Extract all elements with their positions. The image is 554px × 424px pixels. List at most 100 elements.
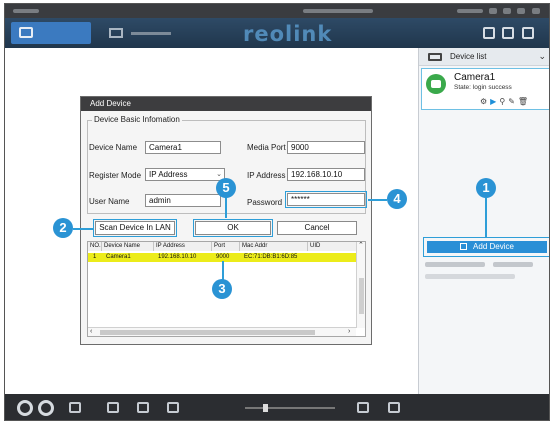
client-window: reolink Device list ⌄ Camera1 State: log… — [4, 3, 550, 421]
camera-status-icon — [426, 74, 446, 94]
table-cell: 192.168.10.10 — [158, 254, 197, 260]
column-header: Device Name — [102, 242, 154, 251]
play-icon[interactable]: ▶ — [490, 97, 499, 106]
chevron-down-icon[interactable]: ⌄ — [538, 51, 546, 62]
table-cell: Camera1 — [106, 254, 131, 260]
add-grid-icon — [460, 243, 468, 250]
live-view-icon — [19, 27, 33, 38]
camera-list-item[interactable]: Camera1 State: login success ⚙▶⚲✎🗑 — [421, 68, 549, 110]
callout-2: 2 — [53, 218, 73, 238]
fullscreen-icon[interactable] — [357, 402, 369, 413]
add-device-dialog: Add Device Device Basic Infomation Devic… — [80, 96, 372, 345]
device-name-field[interactable]: Camera1 — [145, 141, 221, 154]
callout-4: 4 — [387, 189, 407, 209]
callout-1-line — [485, 198, 487, 238]
callout-5-line — [225, 197, 227, 218]
blurred-item — [425, 262, 485, 267]
basic-info-legend: Device Basic Infomation — [92, 115, 182, 124]
scroll-right-icon[interactable]: › — [348, 328, 350, 335]
device-list-header[interactable]: Device list ⌄ — [419, 48, 549, 66]
vertical-scroll-thumb[interactable] — [359, 278, 364, 314]
table-cell — [310, 253, 356, 262]
media-port-label: Media Port — [247, 143, 286, 152]
edit-icon[interactable]: ✎ — [508, 97, 518, 106]
top-toolbar: reolink — [5, 18, 549, 48]
camera-actions: ⚙▶⚲✎🗑 — [480, 97, 531, 106]
snapshot-icon[interactable] — [38, 400, 54, 416]
camera-state: State: login success — [454, 84, 512, 91]
title-bar — [5, 4, 549, 18]
delete-icon[interactable]: 🗑 — [518, 97, 531, 106]
minimize-icon[interactable] — [503, 8, 511, 14]
menu-icon[interactable] — [489, 8, 497, 14]
ip-address-field[interactable]: 192.168.10.10 — [287, 168, 365, 181]
add-device-label: Add Device — [473, 242, 514, 251]
callout-5: 5 — [216, 178, 236, 198]
column-header: NO. — [88, 242, 102, 251]
close-icon[interactable] — [532, 8, 540, 14]
table-vertical-scrollbar[interactable]: ⌃ — [356, 242, 365, 328]
callout-3-line — [222, 261, 224, 281]
layout-grid-icon[interactable] — [137, 402, 149, 413]
register-mode-value: IP Address — [149, 170, 188, 179]
callout-4-line — [368, 199, 387, 201]
title-bar-text — [303, 9, 373, 13]
scroll-up-icon[interactable]: ⌃ — [358, 241, 364, 249]
register-mode-select[interactable]: IP Address ⌄ — [145, 168, 225, 181]
playback-icon — [109, 28, 123, 38]
bottom-toolbar — [5, 394, 549, 420]
ip-address-label: IP Address — [247, 171, 286, 180]
table-header: NO. Device Name IP Address Port Mac Addr… — [88, 242, 356, 251]
brand-logo: reolink — [243, 22, 333, 46]
media-port-field[interactable]: 9000 — [287, 141, 365, 154]
callout-3: 3 — [212, 279, 232, 299]
tab-playback[interactable] — [101, 22, 181, 44]
column-header: Port — [212, 242, 240, 251]
table-cell: 1 — [93, 254, 97, 260]
cancel-button[interactable]: Cancel — [277, 221, 357, 235]
horizontal-scroll-thumb[interactable] — [100, 330, 315, 335]
scan-lan-button[interactable]: Scan Device In LAN — [95, 221, 175, 235]
settings-icon[interactable]: ⚙ — [480, 97, 490, 106]
volume-icon[interactable] — [167, 402, 179, 413]
camera-name: Camera1 — [454, 72, 496, 83]
register-mode-label: Register Mode — [89, 171, 142, 180]
maximize-icon[interactable] — [517, 8, 525, 14]
tab-live-view[interactable] — [11, 22, 91, 44]
settings-icon[interactable] — [522, 27, 534, 39]
callout-2-line — [73, 228, 94, 230]
volume-slider-handle[interactable] — [263, 404, 268, 412]
hdd-icon — [428, 53, 442, 61]
layout-icon[interactable] — [69, 402, 81, 413]
volume-slider[interactable] — [245, 407, 335, 409]
scroll-left-icon[interactable]: ‹ — [90, 328, 92, 335]
password-label: Password — [247, 198, 283, 207]
ok-button[interactable]: OK — [195, 221, 271, 235]
table-horizontal-scrollbar[interactable]: ‹ › — [88, 327, 356, 336]
callout-1: 1 — [476, 178, 496, 198]
dialog-title: Add Device — [81, 97, 371, 111]
screenshot-icon[interactable] — [502, 27, 514, 39]
table-cell: EC:71:DB:B1:6D:85 — [244, 254, 298, 260]
device-name-label: Device Name — [89, 143, 138, 152]
tab-playback-label — [131, 32, 171, 35]
blurred-item — [425, 274, 515, 279]
add-device-button[interactable]: Add Device — [427, 241, 547, 253]
title-bar-text — [13, 9, 39, 13]
column-header: Mac Addr — [240, 242, 308, 251]
column-header: IP Address — [154, 242, 212, 251]
table-cell: 9000 — [216, 254, 230, 260]
password-field[interactable]: ****** — [287, 193, 365, 206]
device-list-panel: Device list ⌄ Camera1 State: login succe… — [418, 48, 549, 394]
fullscreen-icon[interactable] — [483, 27, 495, 39]
user-name-field[interactable]: admin — [145, 194, 221, 207]
device-list-title: Device list — [450, 52, 487, 61]
stream-icon[interactable] — [388, 402, 400, 413]
column-header: UID — [308, 242, 356, 251]
search-icon[interactable]: ⚲ — [499, 97, 508, 106]
user-name-label: User Name — [89, 197, 130, 206]
layout-quad-icon[interactable] — [107, 402, 119, 413]
title-bar-text — [457, 9, 483, 13]
blurred-item — [493, 262, 533, 267]
record-icon[interactable] — [17, 400, 33, 416]
